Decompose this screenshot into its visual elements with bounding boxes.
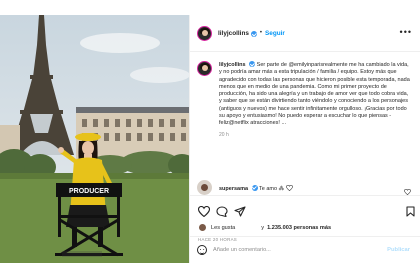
likes-summary: Les gusta y 1.235.003 personas más (198, 223, 331, 232)
share-icon[interactable] (234, 204, 246, 222)
caption-avatar[interactable] (197, 61, 212, 76)
caption-text: Ser parte de @emilyinparisrealmente me h… (219, 62, 410, 127)
header-separator: • (259, 30, 263, 36)
caption-row: lilyjcollins Ser parte de @emilyinparisr… (197, 60, 411, 128)
emoji-icon[interactable] (197, 245, 207, 255)
author-username[interactable]: lilyjcollins (218, 30, 249, 37)
verified-icon (249, 61, 256, 67)
publish-button[interactable]: Publicar (387, 247, 410, 253)
verified-icon (251, 184, 258, 191)
post-header: lilyjcollins • Seguir ••• (190, 15, 420, 52)
author-avatar[interactable] (197, 25, 212, 41)
bookmark-icon[interactable] (406, 204, 415, 222)
follow-button[interactable]: Seguir (265, 30, 285, 37)
heart-icon[interactable] (197, 204, 211, 222)
post-photo[interactable]: PRODUCER (0, 15, 189, 263)
caption-area: lilyjcollins Ser parte de @emilyinparisr… (190, 52, 420, 172)
likes-count[interactable]: 1.235.003 personas más (267, 225, 331, 231)
liker-avatar[interactable] (198, 223, 207, 232)
instagram-post: PRODUCER lilyjcollins • Seguir ••• lilyj… (0, 0, 420, 280)
add-comment-bar: Publicar (189, 236, 420, 263)
likes-prefix: Les gusta (211, 224, 236, 231)
more-icon[interactable]: ••• (400, 28, 412, 37)
comment-input[interactable] (213, 247, 373, 253)
comment-emoji: ⁂ (278, 185, 285, 192)
post-side-panel: lilyjcollins • Seguir ••• lilyjcollins S… (189, 15, 420, 263)
comment-row: supersama Te amo ⁂ (197, 180, 293, 195)
caption-text-block: lilyjcollins Ser parte de @emilyinparisr… (219, 60, 411, 128)
caption-username[interactable]: lilyjcollins (219, 62, 246, 68)
caption-time: 20 h (219, 131, 229, 138)
chair-label: PRODUCER (69, 188, 109, 195)
comment-text-block: supersama Te amo ⁂ (219, 184, 293, 192)
verified-icon (250, 31, 257, 37)
comment-icon[interactable] (216, 204, 228, 222)
photo-scene: PRODUCER (0, 15, 189, 263)
comment-text: Te amo (259, 185, 278, 192)
commenter-username[interactable]: supersama (219, 186, 248, 192)
likes-middle: y (261, 224, 265, 231)
comment-heart-emoji (285, 185, 293, 192)
commenter-avatar[interactable] (197, 180, 212, 195)
